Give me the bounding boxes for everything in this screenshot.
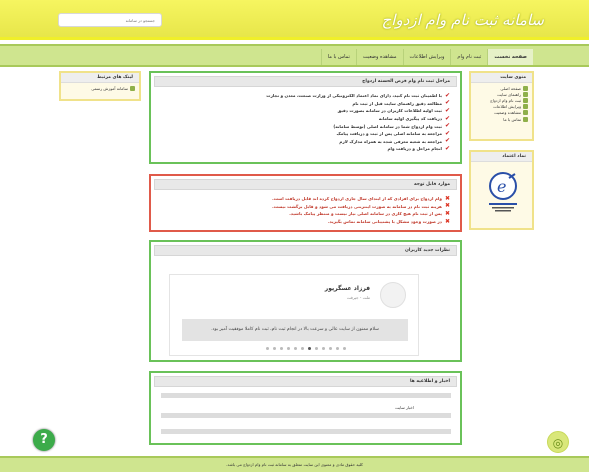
carousel-dot[interactable] xyxy=(321,347,325,350)
step-item: ✔ ثبت اولیه اطلاعات کاربران در سامانه بصو… xyxy=(337,106,450,114)
news-box: اخبار و اطلاعیه ها اخبار سایت xyxy=(149,371,462,445)
svg-text:e: e xyxy=(497,177,506,196)
guide-icon xyxy=(523,91,528,97)
carousel-dot[interactable] xyxy=(328,347,332,350)
side-menu-contact[interactable]: تماس با ما xyxy=(475,116,528,122)
carousel-dot[interactable] xyxy=(279,347,283,350)
news-title: اخبار و اطلاعیه ها xyxy=(154,376,457,387)
warning-item: ✖ هزینه ثبت نام در سامانه به صورت اینترنت… xyxy=(272,202,450,210)
footer-text: کلیه حقوق مادی و معنوی این سایت متعلق به… xyxy=(226,462,363,467)
nav-contact[interactable]: تماس با ما xyxy=(320,49,356,65)
news-line xyxy=(161,429,451,434)
warnings-box: موارد قابل توجه ✖ وام ازدواج برای افرادی … xyxy=(149,174,462,232)
search-input[interactable] xyxy=(58,13,162,27)
right-menu-title: منوی سایت xyxy=(471,73,532,83)
enamad-seal-icon[interactable]: e xyxy=(483,168,523,216)
left-links-box: لینک های مرتبط سامانه آموزش رسمی xyxy=(59,71,141,101)
check-icon: ✔ xyxy=(444,144,450,152)
carousel-dots xyxy=(151,346,460,352)
register-icon xyxy=(523,97,528,103)
testimonials-title: نظرات جدید کاربران xyxy=(154,245,457,256)
cross-icon: ✖ xyxy=(444,194,450,202)
carousel-dot[interactable] xyxy=(265,347,269,350)
news-label: اخبار سایت xyxy=(395,405,414,410)
footer-bar: کلیه حقوق مادی و معنوی این سایت متعلق به… xyxy=(0,456,589,472)
site-logo[interactable]: سامانه ثبت نام وام ازدواج xyxy=(382,11,544,29)
left-links-title: لینک های مرتبط xyxy=(61,73,139,83)
contact-icon xyxy=(523,116,528,122)
home-icon xyxy=(523,85,528,91)
step-item: ✔ مطالعه دقیق راهنمای سایت قبل از ثبت نام xyxy=(352,99,450,107)
carousel-dot[interactable] xyxy=(314,347,318,350)
edit-icon xyxy=(523,104,528,110)
testimonial-role: ملت - جیرفت xyxy=(346,295,370,300)
warning-item: ✖ در صورت وجود مشکل با پشتیبانی سامانه تم… xyxy=(327,217,450,225)
trust-seal-box: نماد اعتماد e xyxy=(469,150,534,230)
check-icon: ✔ xyxy=(444,122,450,130)
right-menu-box: منوی سایت صفحه اصلی راهنمای سایت ثبت نام… xyxy=(469,71,534,141)
main-nav: صفحه نخست ثبت نام وام ویرایش اطلاعات مشا… xyxy=(0,44,589,67)
cross-icon: ✖ xyxy=(444,217,450,225)
trust-seal-title: نماد اعتماد xyxy=(471,152,532,162)
step-item: ✔ دریافت کد پیگیری اولیه سامانه xyxy=(378,114,450,122)
carousel-dot[interactable] xyxy=(307,347,311,350)
testimonials-box: نظرات جدید کاربران فرزاد عسگرپور ملت - ج… xyxy=(149,240,462,362)
cross-icon: ✖ xyxy=(444,209,450,217)
nav-view-status[interactable]: مشاهده وضعیت xyxy=(355,49,403,65)
check-icon: ✔ xyxy=(444,129,450,137)
step-item: ✔ مراجعه به سامانه اصلی پس از ثبت و دریاف… xyxy=(336,129,450,137)
status-icon xyxy=(523,110,528,116)
warnings-title: موارد قابل توجه xyxy=(154,179,457,190)
cross-icon: ✖ xyxy=(444,202,450,210)
left-link-item[interactable]: سامانه آموزش رسمی xyxy=(65,85,135,91)
check-icon: ✔ xyxy=(444,106,450,114)
steps-box: مراحل ثبت نام وام قرض الحسنه ازدواج ✔ با … xyxy=(149,71,462,164)
check-icon: ✔ xyxy=(444,114,450,122)
avatar xyxy=(380,282,406,308)
step-item: ✔ ثبت وام ازدواج شما در سامانه اصلی (توسط… xyxy=(333,122,450,130)
carousel-dot[interactable] xyxy=(272,347,276,350)
warning-item: ✖ وام ازدواج برای افرادی که از ابتدای سال… xyxy=(272,194,450,202)
carousel-dot[interactable] xyxy=(286,347,290,350)
step-item: ✔ مراجعه به شعبه معرفی شده به همراه مدارک… xyxy=(339,137,450,145)
carousel-dot[interactable] xyxy=(335,347,339,350)
nav-home[interactable]: صفحه نخست xyxy=(487,49,533,65)
carousel-dot[interactable] xyxy=(300,347,304,350)
check-icon: ✔ xyxy=(444,99,450,107)
nav-edit-info[interactable]: ویرایش اطلاعات xyxy=(402,49,451,65)
testimonial-text: سلام ممنون از سایت عالی و سرعت بالا در ا… xyxy=(182,319,408,341)
check-icon: ✔ xyxy=(444,137,450,145)
nav-register-loan[interactable]: ثبت نام وام xyxy=(450,49,487,65)
news-line xyxy=(161,393,451,398)
step-item: ✔ انجام مراحل و دریافت وام xyxy=(387,144,450,152)
carousel-dot[interactable] xyxy=(293,347,297,350)
check-icon: ✔ xyxy=(444,91,450,99)
step-item: ✔ با اطمینان ثبت نام کنید، دارای نماد اعت… xyxy=(266,91,450,99)
steps-title: مراحل ثبت نام وام قرض الحسنه ازدواج xyxy=(154,76,457,87)
header-bar: سامانه ثبت نام وام ازدواج xyxy=(0,0,589,40)
warning-item: ✖ پس از ثبت نام هیچ کاری در سامانه اصلی ن… xyxy=(289,209,450,217)
link-icon xyxy=(130,85,135,91)
news-line xyxy=(161,413,451,418)
testimonial-card: فرزاد عسگرپور ملت - جیرفت سلام ممنون از … xyxy=(169,274,419,356)
help-button[interactable]: ? xyxy=(33,429,55,451)
chat-button[interactable]: ◎ xyxy=(547,431,569,453)
testimonial-author: فرزاد عسگرپور xyxy=(324,285,370,292)
carousel-dot[interactable] xyxy=(342,347,346,350)
